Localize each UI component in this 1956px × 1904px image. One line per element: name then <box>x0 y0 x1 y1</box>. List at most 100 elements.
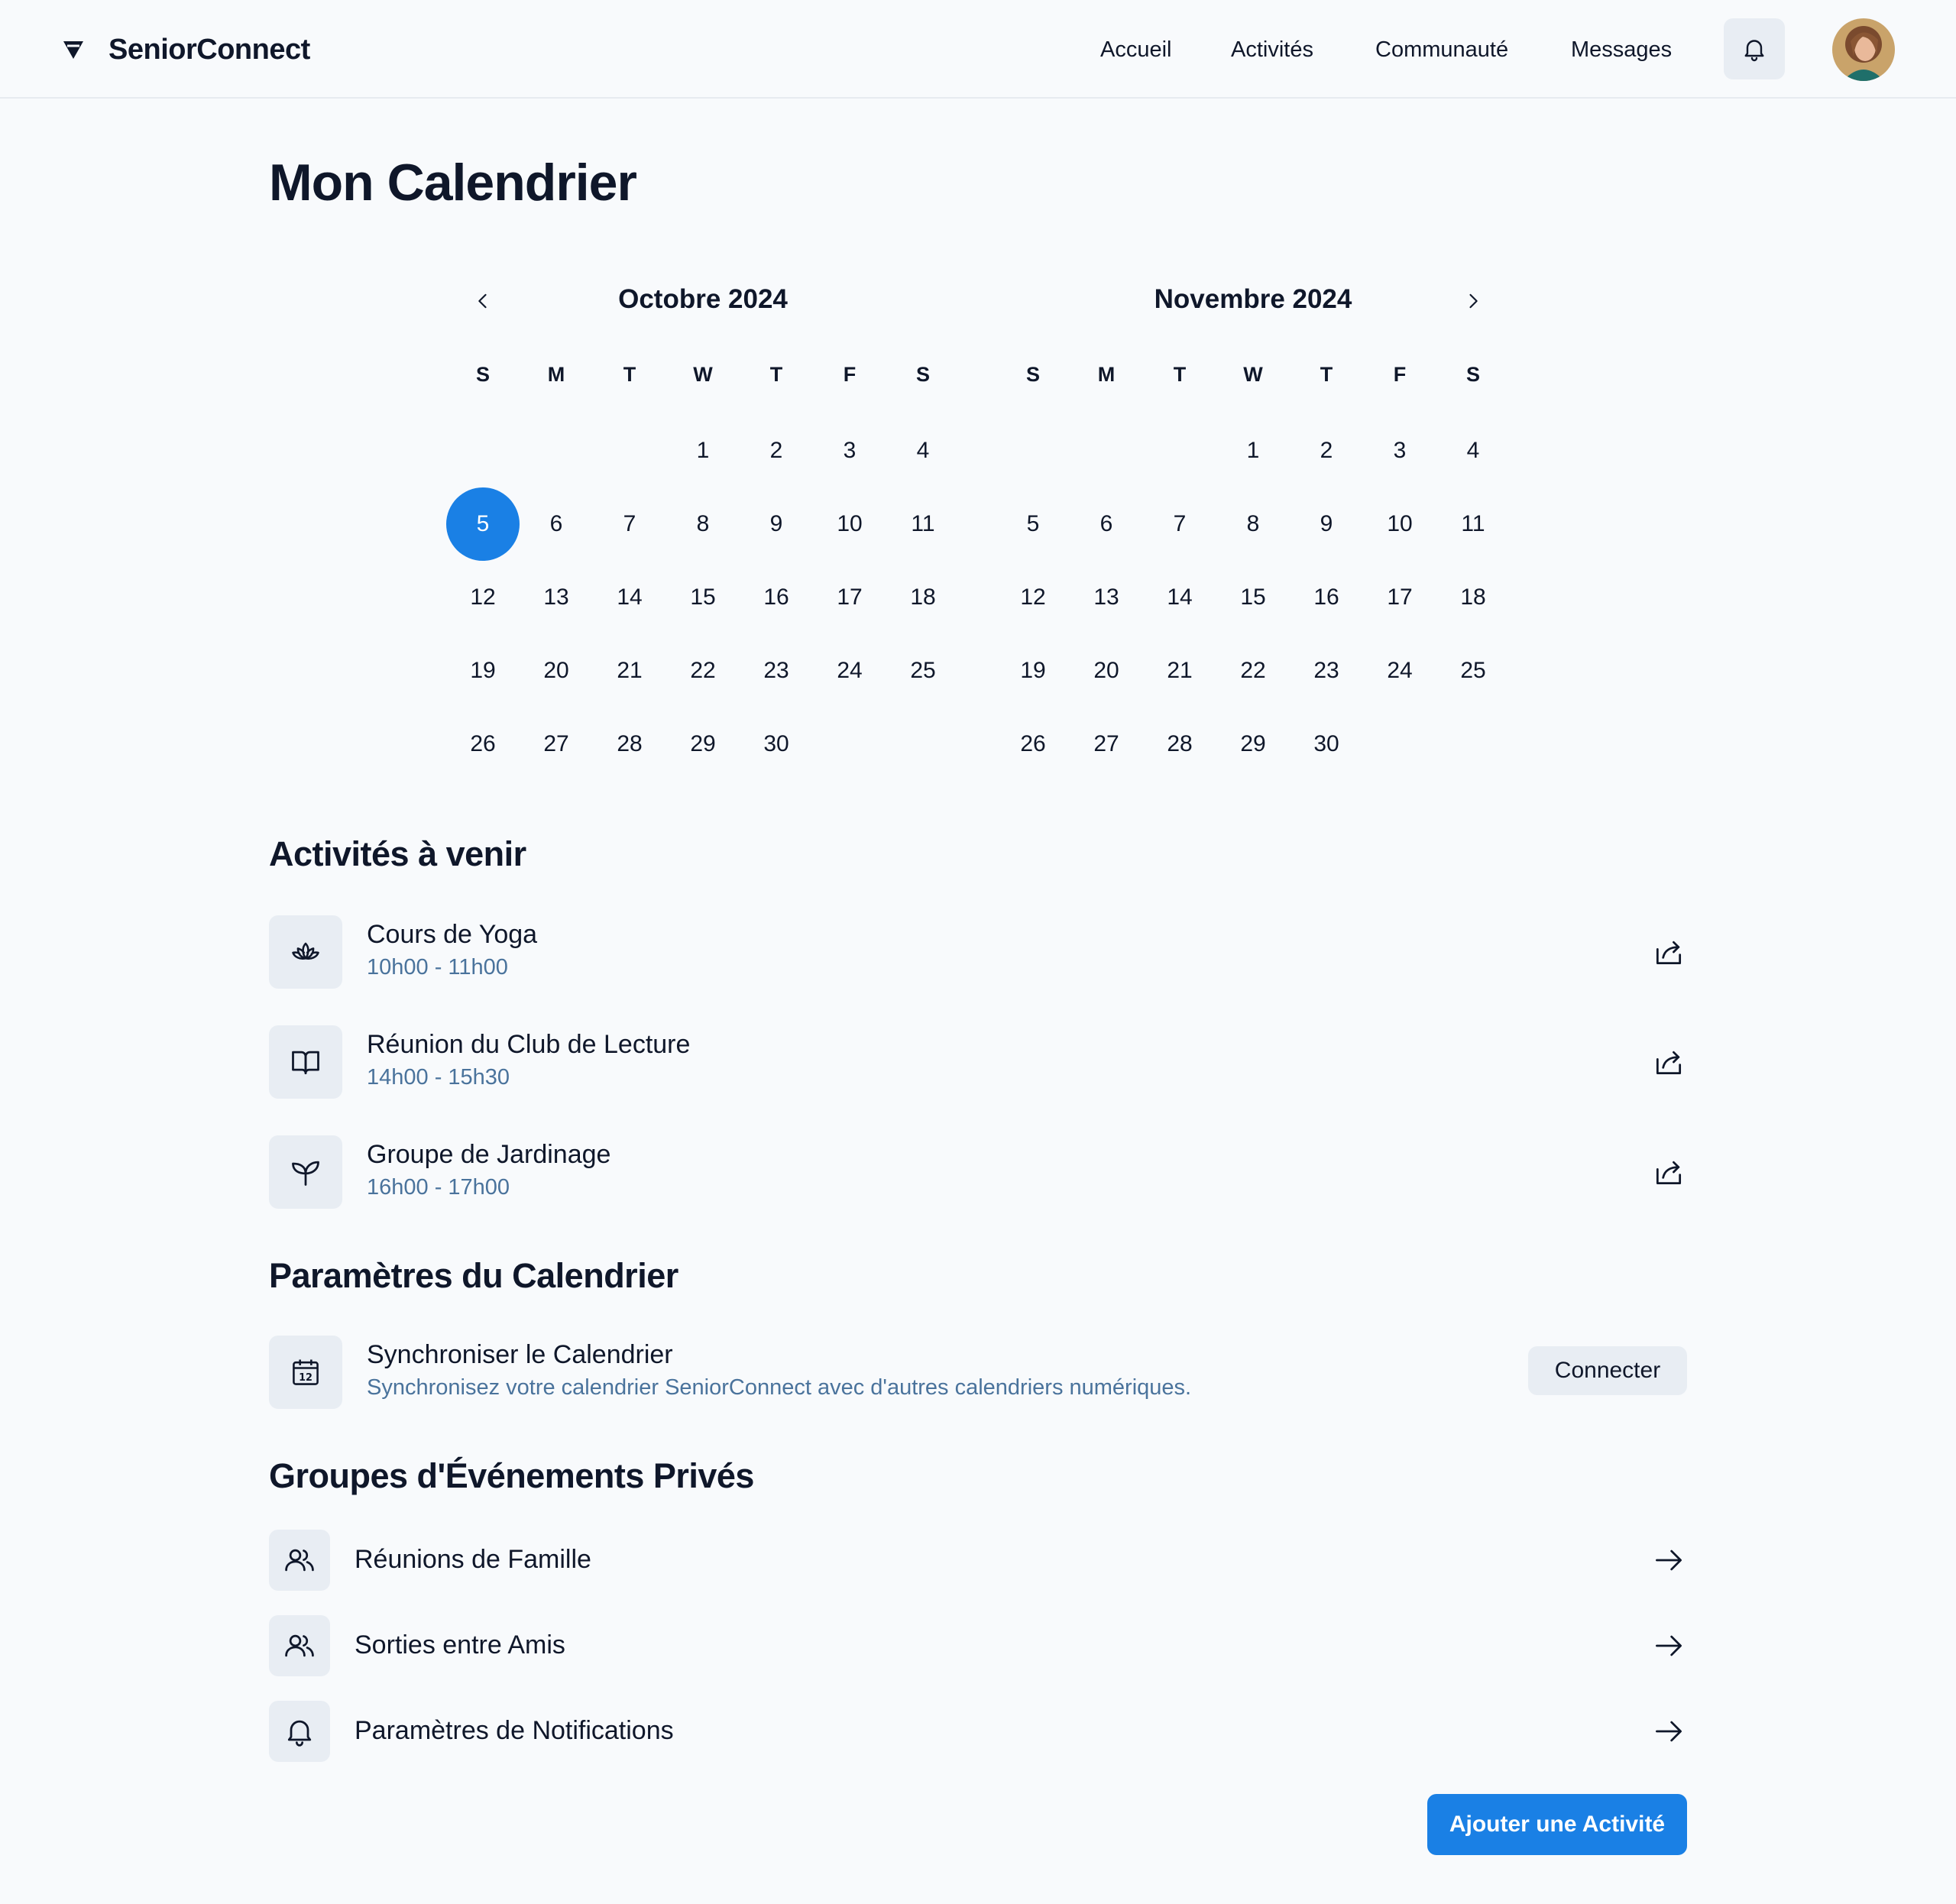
calendar-day[interactable]: 28 <box>593 708 666 781</box>
calendar-day[interactable]: 9 <box>740 487 813 561</box>
calendar-day[interactable]: 6 <box>520 487 593 561</box>
calendar-day[interactable]: 13 <box>1070 561 1143 634</box>
calendar-day[interactable]: 14 <box>1143 561 1216 634</box>
calendar-day[interactable]: 10 <box>813 487 886 561</box>
activity-title: Groupe de Jardinage <box>367 1140 611 1169</box>
next-month-button[interactable] <box>1458 284 1488 318</box>
calendar-day[interactable]: 12 <box>446 561 520 634</box>
calendar-day[interactable]: 27 <box>1070 708 1143 781</box>
calendar-day[interactable]: 26 <box>996 708 1070 781</box>
calendar-day[interactable]: 14 <box>593 561 666 634</box>
svg-text:12: 12 <box>299 1372 313 1384</box>
calendar-day[interactable]: 2 <box>740 414 813 487</box>
calendar-day[interactable]: 16 <box>740 561 813 634</box>
calendar-day[interactable]: 18 <box>1436 561 1510 634</box>
calendar-day[interactable]: 29 <box>666 708 740 781</box>
share-button[interactable] <box>1650 1044 1687 1080</box>
calendar-day[interactable]: 16 <box>1290 561 1363 634</box>
calendar-day[interactable]: 24 <box>813 634 886 708</box>
sync-description: Synchronisez votre calendrier SeniorConn… <box>367 1375 1192 1400</box>
activity-title: Cours de Yoga <box>367 920 538 949</box>
open-group-button[interactable] <box>1650 1627 1687 1664</box>
calendar-icon: 12 <box>269 1336 342 1409</box>
calendar-day[interactable]: 23 <box>740 634 813 708</box>
calendar-day[interactable]: 6 <box>1070 487 1143 561</box>
calendar-day[interactable]: 30 <box>740 708 813 781</box>
nav-link-messages[interactable]: Messages <box>1571 37 1672 63</box>
calendar-day[interactable]: 12 <box>996 561 1070 634</box>
calendar-day[interactable]: 24 <box>1363 634 1436 708</box>
calendar-day[interactable]: 25 <box>886 634 960 708</box>
calendar-day[interactable]: 1 <box>666 414 740 487</box>
nav-link-communaute[interactable]: Communauté <box>1375 37 1508 63</box>
add-activity-button[interactable]: Ajouter une Activité <box>1427 1794 1687 1855</box>
group-item[interactable]: Réunions de Famille <box>269 1530 1687 1591</box>
activity-item[interactable]: Cours de Yoga 10h00 - 11h00 <box>269 915 1687 989</box>
share-icon <box>1652 1045 1686 1079</box>
calendar-day[interactable]: 20 <box>1070 634 1143 708</box>
arrow-right-icon <box>1652 1543 1686 1577</box>
calendar-day[interactable]: 22 <box>666 634 740 708</box>
calendar-day[interactable]: 1 <box>1216 414 1290 487</box>
calendar-day[interactable]: 10 <box>1363 487 1436 561</box>
calendar-day[interactable]: 4 <box>886 414 960 487</box>
calendar-day[interactable]: 19 <box>446 634 520 708</box>
nav-link-accueil[interactable]: Accueil <box>1100 37 1172 63</box>
group-item[interactable]: Paramètres de Notifications <box>269 1701 1687 1762</box>
weekday-header: T <box>769 362 783 386</box>
sync-title: Synchroniser le Calendrier <box>367 1340 673 1369</box>
nav-link-activites[interactable]: Activités <box>1231 37 1313 63</box>
calendar-day[interactable]: 27 <box>520 708 593 781</box>
calendar-day[interactable]: 17 <box>1363 561 1436 634</box>
calendar-day[interactable]: 13 <box>520 561 593 634</box>
sync-calendar-row: 12 Synchroniser le Calendrier Synchronis… <box>269 1336 1687 1409</box>
calendar-day[interactable]: 25 <box>1436 634 1510 708</box>
group-item[interactable]: Sorties entre Amis <box>269 1615 1687 1676</box>
calendar-day[interactable]: 23 <box>1290 634 1363 708</box>
activity-item[interactable]: Réunion du Club de Lecture 14h00 - 15h30 <box>269 1025 1687 1099</box>
brand[interactable]: SeniorConnect <box>61 31 310 69</box>
weekday-header: T <box>1320 362 1333 386</box>
calendar-day[interactable]: 8 <box>1216 487 1290 561</box>
calendar-day[interactable]: 7 <box>1143 487 1216 561</box>
calendar-day[interactable]: 2 <box>1290 414 1363 487</box>
calendar-day-selected[interactable]: 5 <box>446 487 520 561</box>
calendar-day[interactable]: 8 <box>666 487 740 561</box>
calendar-day[interactable]: 4 <box>1436 414 1510 487</box>
activity-item[interactable]: Groupe de Jardinage 16h00 - 17h00 <box>269 1135 1687 1209</box>
calendar-day[interactable]: 3 <box>1363 414 1436 487</box>
lotus-icon <box>269 915 342 989</box>
calendar-day[interactable]: 9 <box>1290 487 1363 561</box>
calendar-day[interactable]: 20 <box>520 634 593 708</box>
book-icon <box>269 1025 342 1099</box>
calendar-day[interactable]: 7 <box>593 487 666 561</box>
calendar-day[interactable]: 3 <box>813 414 886 487</box>
settings-section-title: Paramètres du Calendrier <box>269 1256 678 1295</box>
share-button[interactable] <box>1650 934 1687 970</box>
notifications-button[interactable] <box>1724 18 1785 79</box>
calendar-day[interactable]: 11 <box>886 487 960 561</box>
open-group-button[interactable] <box>1650 1542 1687 1579</box>
previous-month-button[interactable] <box>468 284 498 318</box>
calendar-day[interactable]: 15 <box>1216 561 1290 634</box>
calendar-day[interactable]: 26 <box>446 708 520 781</box>
calendar-day[interactable]: 22 <box>1216 634 1290 708</box>
calendar-day[interactable]: 21 <box>1143 634 1216 708</box>
calendar-day[interactable]: 21 <box>593 634 666 708</box>
calendar-day[interactable]: 17 <box>813 561 886 634</box>
calendar-day[interactable]: 28 <box>1143 708 1216 781</box>
groups-section-title: Groupes d'Événements Privés <box>269 1456 754 1495</box>
calendar-day[interactable]: 11 <box>1436 487 1510 561</box>
calendar-day[interactable]: 18 <box>886 561 960 634</box>
calendar-day[interactable]: 19 <box>996 634 1070 708</box>
weekday-header: F <box>843 362 857 386</box>
avatar[interactable] <box>1832 18 1895 81</box>
calendar-day[interactable]: 29 <box>1216 708 1290 781</box>
open-group-button[interactable] <box>1650 1713 1687 1750</box>
weekday-header: S <box>475 362 490 386</box>
calendar-day[interactable]: 30 <box>1290 708 1363 781</box>
calendar-day[interactable]: 5 <box>996 487 1070 561</box>
connect-button[interactable]: Connecter <box>1528 1346 1687 1395</box>
share-button[interactable] <box>1650 1154 1687 1190</box>
calendar-day[interactable]: 15 <box>666 561 740 634</box>
